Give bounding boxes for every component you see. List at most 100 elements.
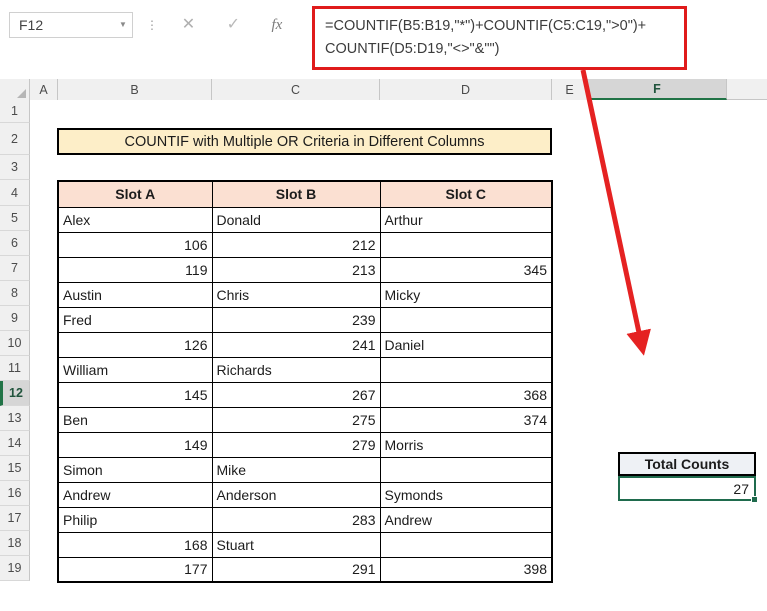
chevron-down-icon[interactable]: ▼ [114,21,132,29]
table-cell[interactable]: 291 [211,556,381,583]
table-cell[interactable]: 368 [379,381,553,408]
column-header-d[interactable]: D [380,79,552,100]
table-row: 145 267 368 [57,381,553,408]
table-cell[interactable]: Simon [57,456,213,483]
row-header-15[interactable]: 15 [0,456,30,481]
row-header-10[interactable]: 10 [0,331,30,356]
table-cell[interactable]: 241 [211,331,381,358]
table-cell[interactable]: 283 [211,506,381,533]
table-cell[interactable]: Chris [211,281,381,308]
table-cell[interactable]: Morris [379,431,553,458]
table-cell[interactable]: Donald [211,206,381,233]
row-header-9[interactable]: 9 [0,306,30,331]
row-header-12[interactable]: 12 [0,381,30,406]
row-label: 10 [7,336,22,350]
column-header-b[interactable]: B [58,79,212,100]
row-label: 15 [7,461,22,475]
select-all-corner[interactable] [0,79,30,100]
row-header-2[interactable]: 2 [0,123,30,155]
table-row: 119 213 345 [57,256,553,283]
table-cell[interactable] [379,456,553,483]
table-cell[interactable]: Fred [57,306,213,333]
worksheet-grid[interactable]: COUNTIF with Multiple OR Criteria in Dif… [30,100,767,611]
column-label: A [39,82,48,97]
table-cell[interactable]: Andrew [379,506,553,533]
table-cell[interactable]: Mike [211,456,381,483]
fill-handle[interactable] [751,496,758,503]
row-label: 5 [11,211,18,225]
table-cell[interactable]: 126 [57,331,213,358]
row-header-19[interactable]: 19 [0,556,30,581]
table-cell[interactable]: 239 [211,306,381,333]
total-counts-value-cell[interactable]: 27 [618,476,758,503]
table-cell[interactable]: Richards [211,356,381,383]
row-header-6[interactable]: 6 [0,231,30,256]
table-cell[interactable] [379,231,553,258]
confirm-icon[interactable]: ✓ [227,17,240,33]
table-cell[interactable]: 345 [379,256,553,283]
column-header-row: A B C D E F [0,79,767,100]
table-cell[interactable]: Micky [379,281,553,308]
row-header-13[interactable]: 13 [0,406,30,431]
table-cell[interactable]: 149 [57,431,213,458]
table-cell[interactable]: Alex [57,206,213,233]
column-header-slot-b: Slot B [211,180,381,208]
worksheet-title-banner: COUNTIF with Multiple OR Criteria in Dif… [57,128,552,155]
table-row: William Richards [57,356,553,383]
total-counts-label: Total Counts [618,452,756,476]
table-cell[interactable]: 267 [211,381,381,408]
table-cell[interactable]: 212 [211,231,381,258]
column-header-f[interactable]: F [588,79,727,100]
row-header-8[interactable]: 8 [0,281,30,306]
table-cell[interactable]: 168 [57,531,213,558]
table-cell[interactable]: 275 [211,406,381,433]
row-header-1[interactable]: 1 [0,100,30,123]
row-header-14[interactable]: 14 [0,431,30,456]
row-header-18[interactable]: 18 [0,531,30,556]
table-cell[interactable]: 177 [57,556,213,583]
formula-input-highlighted[interactable]: =COUNTIF(B5:B19,"*")+COUNTIF(C5:C19,">0"… [312,6,687,70]
table-row: Andrew Anderson Symonds [57,481,553,508]
table-cell[interactable]: William [57,356,213,383]
row-label: 8 [11,286,18,300]
table-cell[interactable] [379,306,553,333]
column-header-a[interactable]: A [30,79,58,100]
row-header-4[interactable]: 4 [0,180,30,206]
table-cell[interactable]: 279 [211,431,381,458]
column-header-slot-a: Slot A [57,180,213,208]
table-cell[interactable]: Ben [57,406,213,433]
row-header-3[interactable]: 3 [0,155,30,180]
table-cell[interactable]: Stuart [211,531,381,558]
table-cell[interactable]: Philip [57,506,213,533]
table-cell[interactable]: Anderson [211,481,381,508]
table-cell[interactable] [379,531,553,558]
row-label: 9 [11,311,18,325]
name-box-value: F12 [19,17,44,33]
table-cell[interactable]: Arthur [379,206,553,233]
table-row: Philip 283 Andrew [57,506,553,533]
table-cell[interactable]: Symonds [379,481,553,508]
table-cell[interactable]: 213 [211,256,381,283]
row-header-16[interactable]: 16 [0,481,30,506]
table-row: Ben 275 374 [57,406,553,433]
row-header-5[interactable]: 5 [0,206,30,231]
table-cell[interactable]: 145 [57,381,213,408]
table-cell[interactable]: 374 [379,406,553,433]
table-cell[interactable] [379,356,553,383]
row-header-17[interactable]: 17 [0,506,30,531]
cancel-icon[interactable]: ✕ [182,17,195,33]
table-cell[interactable]: Austin [57,281,213,308]
row-header-11[interactable]: 11 [0,356,30,381]
table-cell[interactable]: 106 [57,231,213,258]
table-row: Alex Donald Arthur [57,206,553,233]
table-cell[interactable]: 398 [379,556,553,583]
row-label: 17 [7,511,22,525]
column-header-c[interactable]: C [212,79,380,100]
row-header-7[interactable]: 7 [0,256,30,281]
table-cell[interactable]: 119 [57,256,213,283]
table-cell[interactable]: Andrew [57,481,213,508]
insert-function-icon[interactable]: fx [271,17,282,33]
table-cell[interactable]: Daniel [379,331,553,358]
name-box[interactable]: F12 ▼ [9,12,133,38]
column-header-e[interactable]: E [552,79,588,100]
